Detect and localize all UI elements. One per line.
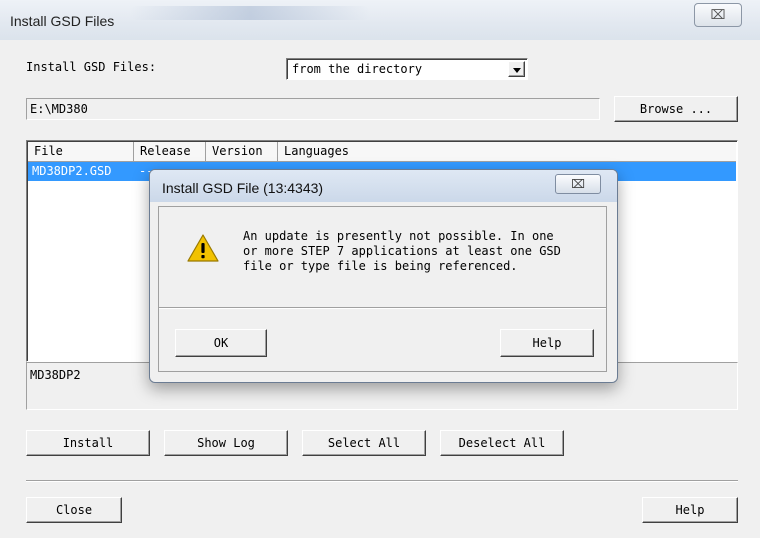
- help-button[interactable]: Help: [642, 497, 738, 523]
- column-release[interactable]: Release: [134, 142, 206, 161]
- source-select-value: from the directory: [292, 62, 423, 76]
- dialog-body: An update is presently not possible. In …: [158, 206, 607, 372]
- source-label: Install GSD Files:: [26, 60, 157, 74]
- window-title: Install GSD Files: [10, 13, 115, 29]
- ok-label: OK: [213, 336, 229, 350]
- dialog-message-line: or more STEP 7 applications at least one…: [243, 244, 561, 258]
- browse-label: Browse ...: [639, 102, 713, 116]
- dialog-help-label: Help: [532, 336, 562, 350]
- warning-icon: [187, 234, 219, 262]
- help-label: Help: [675, 503, 705, 517]
- install-label: Install: [62, 436, 114, 450]
- close-button[interactable]: Close: [26, 497, 122, 523]
- footer-divider: [26, 480, 738, 482]
- select-all-label: Select All: [327, 436, 401, 450]
- title-blur: [130, 6, 370, 20]
- show-log-label: Show Log: [197, 436, 255, 450]
- close-icon: ⌧: [571, 177, 585, 191]
- row-file: MD38DP2.GSD: [32, 164, 112, 178]
- dialog-message-line: file or type file is being referenced.: [243, 259, 518, 273]
- dialog-title: Install GSD File (13:4343): [162, 180, 324, 196]
- dialog-divider: [159, 307, 606, 309]
- description-text: MD38DP2: [30, 368, 81, 382]
- dialog-message-line: An update is presently not possible. In …: [243, 229, 554, 243]
- dialog-close-button[interactable]: ⌧: [555, 174, 601, 194]
- install-button[interactable]: Install: [26, 430, 150, 456]
- close-label: Close: [55, 503, 93, 517]
- dialog-help-button[interactable]: Help: [500, 329, 594, 357]
- dialog-title-bar: Install GSD File (13:4343) ⌧: [150, 170, 617, 202]
- path-field[interactable]: E:\MD380: [26, 98, 600, 120]
- chevron-down-icon[interactable]: [508, 61, 525, 77]
- title-bar: Install GSD Files ⌧: [0, 0, 760, 40]
- window-close-button[interactable]: ⌧: [694, 3, 742, 27]
- show-log-button[interactable]: Show Log: [164, 430, 288, 456]
- column-version[interactable]: Version: [206, 142, 278, 161]
- browse-button[interactable]: Browse ...: [614, 96, 738, 122]
- ok-button[interactable]: OK: [175, 329, 267, 357]
- dialog-message: An update is presently not possible. In …: [243, 229, 561, 274]
- select-all-button[interactable]: Select All: [302, 430, 426, 456]
- path-value: E:\MD380: [30, 102, 88, 116]
- deselect-all-label: Deselect All: [458, 436, 546, 450]
- column-file[interactable]: File: [28, 142, 134, 161]
- column-languages[interactable]: Languages: [278, 142, 736, 161]
- install-gsd-file-dialog: Install GSD File (13:4343) ⌧ An update i…: [149, 169, 618, 383]
- list-header: File Release Version Languages: [28, 142, 736, 162]
- close-icon: ⌧: [710, 7, 726, 23]
- source-select[interactable]: from the directory: [286, 58, 528, 80]
- deselect-all-button[interactable]: Deselect All: [440, 430, 564, 456]
